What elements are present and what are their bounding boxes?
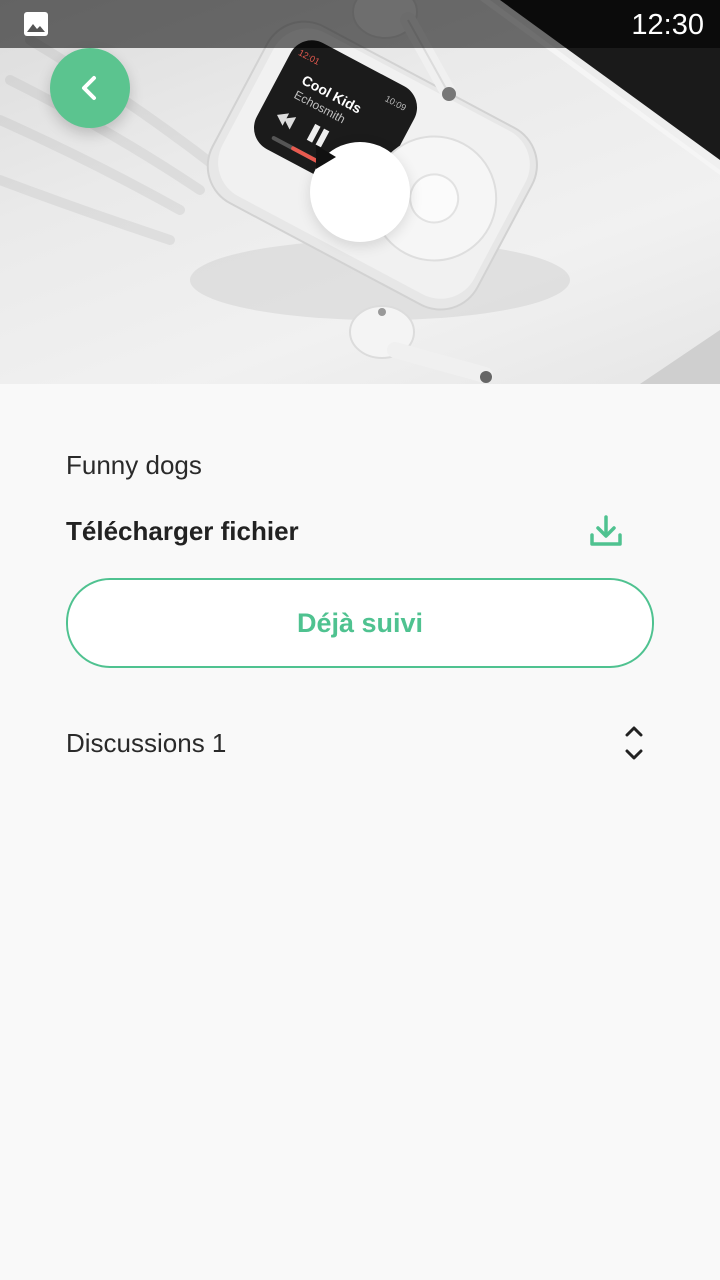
status-bar: 12:30	[0, 0, 720, 48]
follow-button[interactable]: Déjà suivi	[66, 578, 654, 668]
follow-button-label: Déjà suivi	[296, 607, 424, 638]
download-label: Télécharger fichier	[66, 515, 299, 546]
play-icon	[316, 145, 336, 169]
play-button[interactable]	[310, 142, 410, 242]
download-file-row[interactable]: Télécharger fichier	[66, 508, 626, 554]
status-time: 12:30	[631, 9, 704, 41]
discussions-row[interactable]: Discussions 1	[66, 720, 646, 766]
image-icon	[24, 12, 48, 36]
back-button[interactable]	[50, 48, 130, 128]
download-icon[interactable]	[588, 513, 624, 549]
video-title: Funny dogs	[66, 450, 202, 480]
expand-collapse-icon[interactable]	[622, 723, 646, 763]
discussions-label: Discussions 1	[66, 727, 227, 758]
chevron-left-icon	[82, 76, 96, 100]
